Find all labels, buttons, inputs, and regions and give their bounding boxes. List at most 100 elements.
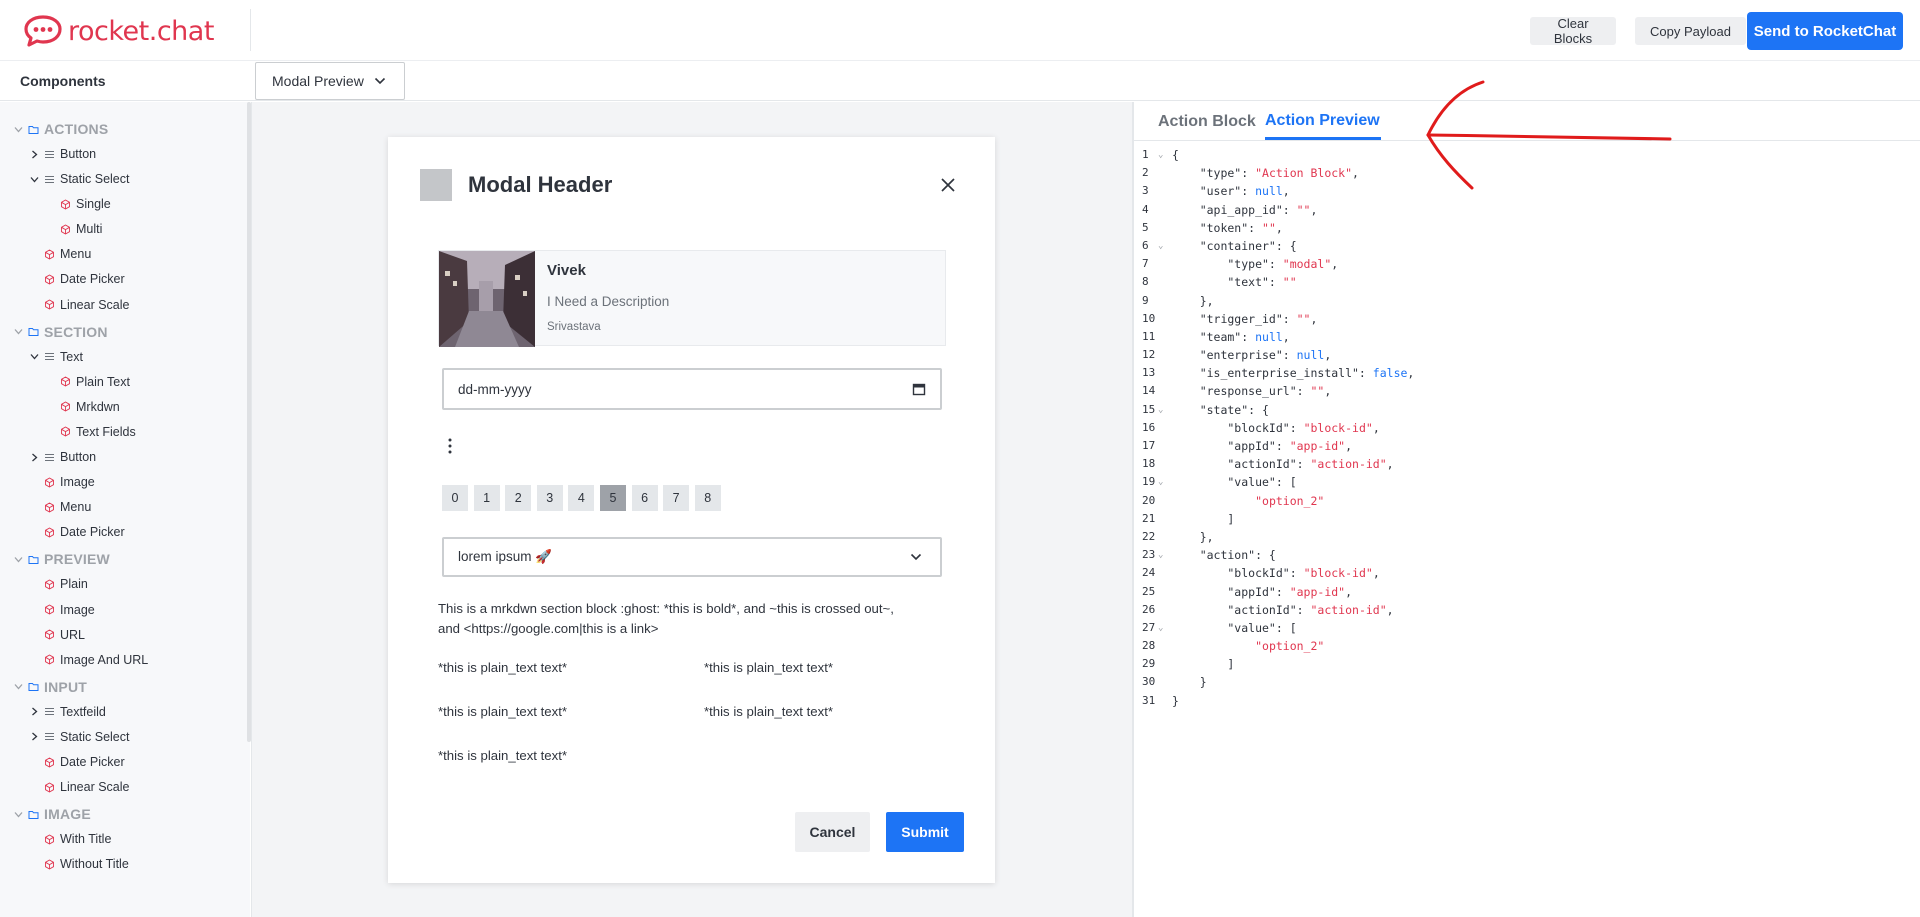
fold-chevron-icon[interactable]: ⌄ <box>1158 619 1163 637</box>
copy-payload-button[interactable]: Copy Payload <box>1635 17 1746 45</box>
linear-scale-option[interactable]: 6 <box>631 485 658 511</box>
close-icon[interactable] <box>939 176 957 194</box>
modal: Modal Header Vivek I Need a Description … <box>388 137 995 883</box>
fold-chevron-icon[interactable]: ⌄ <box>1158 237 1163 255</box>
sidebar-item[interactable]: Mrkdwn <box>60 396 120 418</box>
sidebar-item[interactable]: Linear Scale <box>44 776 130 798</box>
linear-scale-option[interactable]: 8 <box>694 485 721 511</box>
sidebar-item[interactable]: URL <box>44 624 85 646</box>
sidebar-item[interactable]: PREVIEW <box>14 548 110 570</box>
linear-scale-option[interactable]: 3 <box>536 485 563 511</box>
code-line: 6 ⌄ "container": { <box>1134 237 1920 255</box>
code-text: } <box>1172 693 1179 708</box>
linear-scale-option[interactable]: 7 <box>663 485 690 511</box>
sidebar-item[interactable]: Menu <box>44 243 91 265</box>
code-text: "blockId": "block-id", <box>1172 420 1380 435</box>
tab-action-block[interactable]: Action Block <box>1158 113 1256 131</box>
chevron-right-icon[interactable] <box>30 732 39 741</box>
rocketchat-logo-icon <box>24 15 62 47</box>
chevron-down-icon[interactable] <box>14 327 23 336</box>
sidebar-item-label: Plain <box>60 577 88 592</box>
sidebar-item[interactable]: Multi <box>60 218 102 240</box>
list-icon <box>45 353 54 361</box>
block-icon <box>45 579 54 590</box>
line-number: 10 <box>1142 311 1156 325</box>
sidebar-item[interactable]: SECTION <box>14 321 108 343</box>
block-icon <box>45 299 54 310</box>
linear-scale-option[interactable]: 0 <box>442 485 468 511</box>
list-icon <box>45 708 54 716</box>
line-number: 5 <box>1142 220 1149 234</box>
surface-select[interactable]: Modal Preview <box>255 62 405 100</box>
sidebar-item[interactable]: Button <box>30 143 96 165</box>
chevron-right-icon[interactable] <box>30 150 39 159</box>
chevron-right-icon[interactable] <box>30 453 39 462</box>
code-line: 4 "api_app_id": "", <box>1134 201 1920 219</box>
sidebar-item[interactable]: Single <box>60 193 111 215</box>
json-code-view[interactable]: 1 ⌄{2 "type": "Action Block", 3 "user": nu… <box>1134 146 1920 710</box>
chevron-down-icon[interactable] <box>14 682 23 691</box>
chevron-down-icon[interactable] <box>14 555 23 564</box>
code-line: 13 "is_enterprise_install": false, <box>1134 364 1920 382</box>
chevron-down-icon[interactable] <box>14 810 23 819</box>
sidebar-item[interactable]: Image <box>44 599 95 621</box>
sidebar-item[interactable]: Static Select <box>30 726 129 748</box>
components-sidebar: ACTIONS Button Static Select Single Multi Men… <box>0 102 250 917</box>
submit-button[interactable]: Submit <box>886 812 964 852</box>
kebab-menu-icon[interactable] <box>445 437 455 455</box>
linear-scale-option[interactable]: 4 <box>568 485 595 511</box>
sidebar-item[interactable]: INPUT <box>14 676 87 698</box>
sidebar-item[interactable]: Text <box>30 346 83 368</box>
sidebar-item[interactable]: Linear Scale <box>44 294 130 316</box>
chevron-down-icon[interactable] <box>30 352 39 361</box>
sidebar-item[interactable]: Image <box>44 471 95 493</box>
folder-icon <box>28 683 39 692</box>
sidebar-item[interactable]: Date Picker <box>44 751 125 773</box>
clear-blocks-button[interactable]: Clear Blocks <box>1530 16 1616 46</box>
chevron-down-icon[interactable] <box>30 175 39 184</box>
linear-scale-option[interactable]: 5 <box>599 485 626 511</box>
sidebar-item[interactable]: Text Fields <box>60 421 136 443</box>
context-image <box>439 251 535 347</box>
cancel-button[interactable]: Cancel <box>795 812 870 852</box>
linear-scale-option[interactable]: 1 <box>473 485 500 511</box>
calendar-icon[interactable] <box>912 382 926 396</box>
sidebar-item[interactable]: Plain Text <box>60 371 130 393</box>
sidebar-item[interactable]: IMAGE <box>14 803 91 825</box>
sidebar-item[interactable]: Static Select <box>30 168 129 190</box>
fold-chevron-icon[interactable]: ⌄ <box>1158 401 1163 419</box>
linear-scale-option[interactable]: 2 <box>505 485 532 511</box>
sidebar-item[interactable]: Button <box>30 446 96 468</box>
sidebar-item-label: Static Select <box>60 729 130 744</box>
text-field: *this is plain_text text* <box>438 704 568 719</box>
block-icon <box>45 249 54 260</box>
chevron-right-icon[interactable] <box>30 707 39 716</box>
chevron-down-icon[interactable] <box>14 125 23 134</box>
static-select[interactable]: lorem ipsum 🚀 <box>442 537 942 577</box>
code-text: }, <box>1172 293 1214 308</box>
code-panel: Action Block Action Preview 1 ⌄{2 "type":… <box>1132 102 1920 917</box>
date-picker-input[interactable]: dd-mm-yyyy <box>442 368 942 410</box>
block-icon <box>45 629 54 640</box>
sidebar-scrollbar[interactable] <box>247 102 251 742</box>
sidebar-item[interactable]: With Title <box>44 828 111 850</box>
code-text: "actionId": "action-id", <box>1172 457 1394 472</box>
send-to-rocketchat-button[interactable]: Send to RocketChat <box>1747 12 1903 50</box>
sidebar-item[interactable]: Plain <box>44 573 88 595</box>
sidebar-item[interactable]: ACTIONS <box>14 118 108 140</box>
context-description: I Need a Description <box>547 294 670 309</box>
folder-icon <box>28 810 39 819</box>
sidebar-item[interactable]: Menu <box>44 496 91 518</box>
sidebar-item[interactable]: Date Picker <box>44 521 125 543</box>
sidebar-item[interactable]: Without Title <box>44 853 129 875</box>
sidebar-item[interactable]: Image And URL <box>44 649 148 671</box>
fold-chevron-icon[interactable]: ⌄ <box>1158 146 1163 164</box>
sidebar-item[interactable]: Date Picker <box>44 268 125 290</box>
sidebar-item[interactable]: Textfeild <box>30 701 106 723</box>
fold-chevron-icon[interactable]: ⌄ <box>1158 473 1163 491</box>
fold-chevron-icon[interactable]: ⌄ <box>1158 546 1163 564</box>
rocketchat-logo[interactable]: rocket.chat <box>24 14 214 48</box>
context-title: Vivek <box>547 262 586 279</box>
tab-action-preview[interactable]: Action Preview <box>1265 112 1380 130</box>
code-line: 23 ⌄ "action": { <box>1134 546 1920 564</box>
